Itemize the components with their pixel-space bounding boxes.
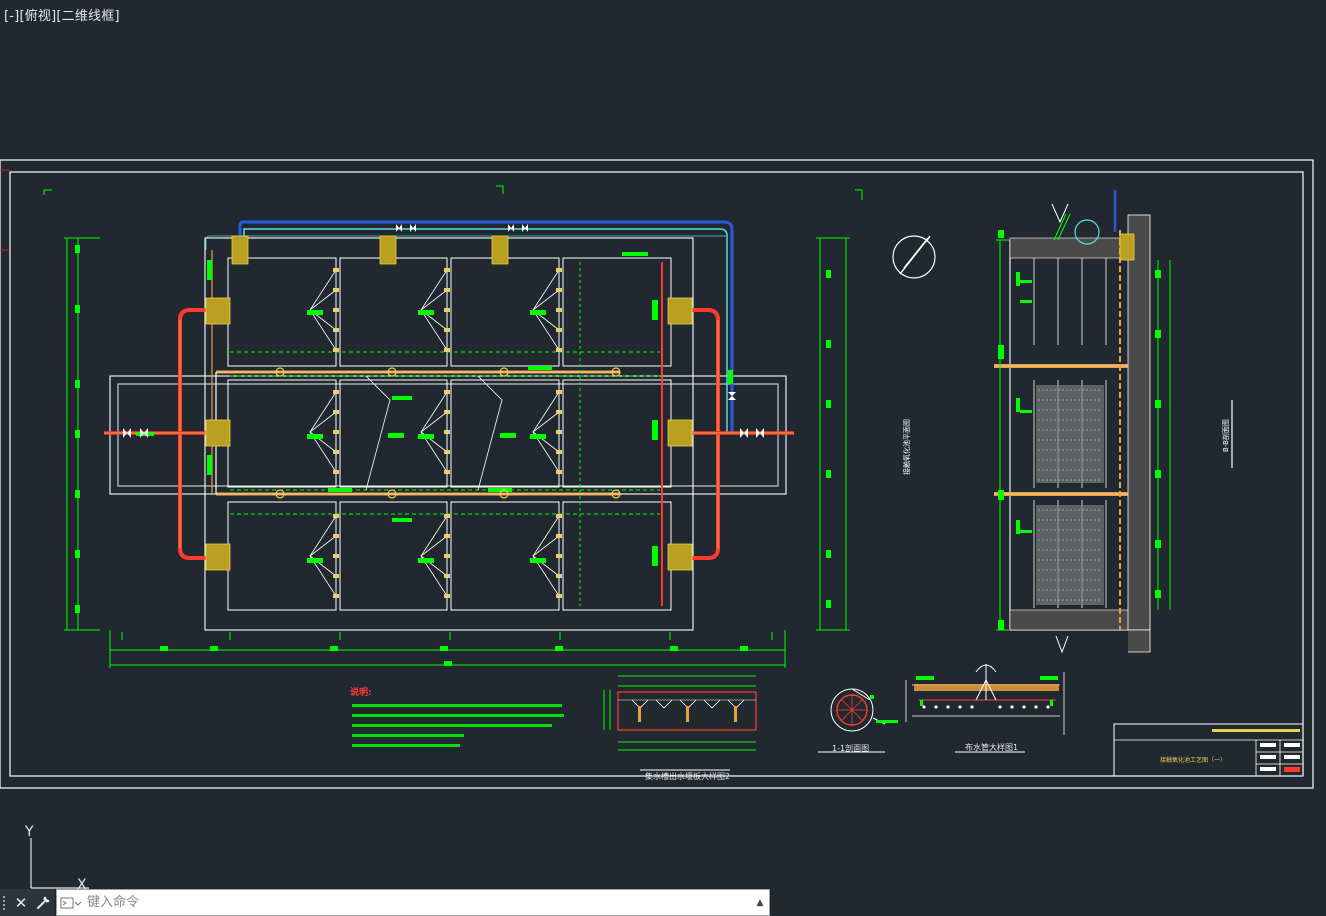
sheet-border-inner — [9, 171, 1304, 777]
customize-command-line-button[interactable] — [32, 889, 54, 916]
section-bb-view — [994, 190, 1233, 654]
section-11-detail — [818, 688, 898, 753]
section-bb-title: B-B剖面图 — [1221, 419, 1230, 452]
chevron-up-icon: ▲ — [756, 897, 764, 908]
close-icon: ✕ — [14, 893, 28, 912]
weir-detail — [603, 675, 757, 771]
command-line-grip[interactable] — [0, 889, 10, 916]
ucs-y-label: Y — [24, 824, 34, 840]
weir-detail-title: 集水槽出水堰板大样图2 — [645, 771, 730, 781]
command-history-button[interactable]: ▲ — [751, 890, 769, 915]
command-input-wrapper: ▲ — [56, 889, 770, 916]
command-prompt-icon[interactable] — [57, 890, 85, 915]
close-command-line-button[interactable]: ✕ — [10, 889, 32, 916]
command-line-bar: ✕ ▲ — [0, 889, 770, 916]
distribution-pipe-detail — [905, 664, 1065, 753]
drawing-canvas[interactable]: 接触氧化池平面图 B-B剖面图 说明: 集水槽出水堰板大样图2 1-1剖面图 布… — [0, 0, 1326, 888]
distribution-pipe-title: 布水管大样图1 — [965, 742, 1018, 752]
title-block — [1113, 723, 1304, 777]
section-11-title: 1-1剖面图 — [832, 743, 869, 753]
plan-view — [43, 185, 936, 668]
wrench-icon — [37, 896, 50, 909]
plan-view-title: 接触氧化池平面图 — [902, 419, 911, 475]
title-block-name: 接触氧化池工艺图（一） — [1160, 756, 1226, 764]
ucs-icon: Y X — [14, 822, 94, 893]
notes-title: 说明: — [350, 686, 372, 698]
notes-block: 说明: — [350, 686, 564, 747]
command-input[interactable] — [85, 890, 751, 915]
